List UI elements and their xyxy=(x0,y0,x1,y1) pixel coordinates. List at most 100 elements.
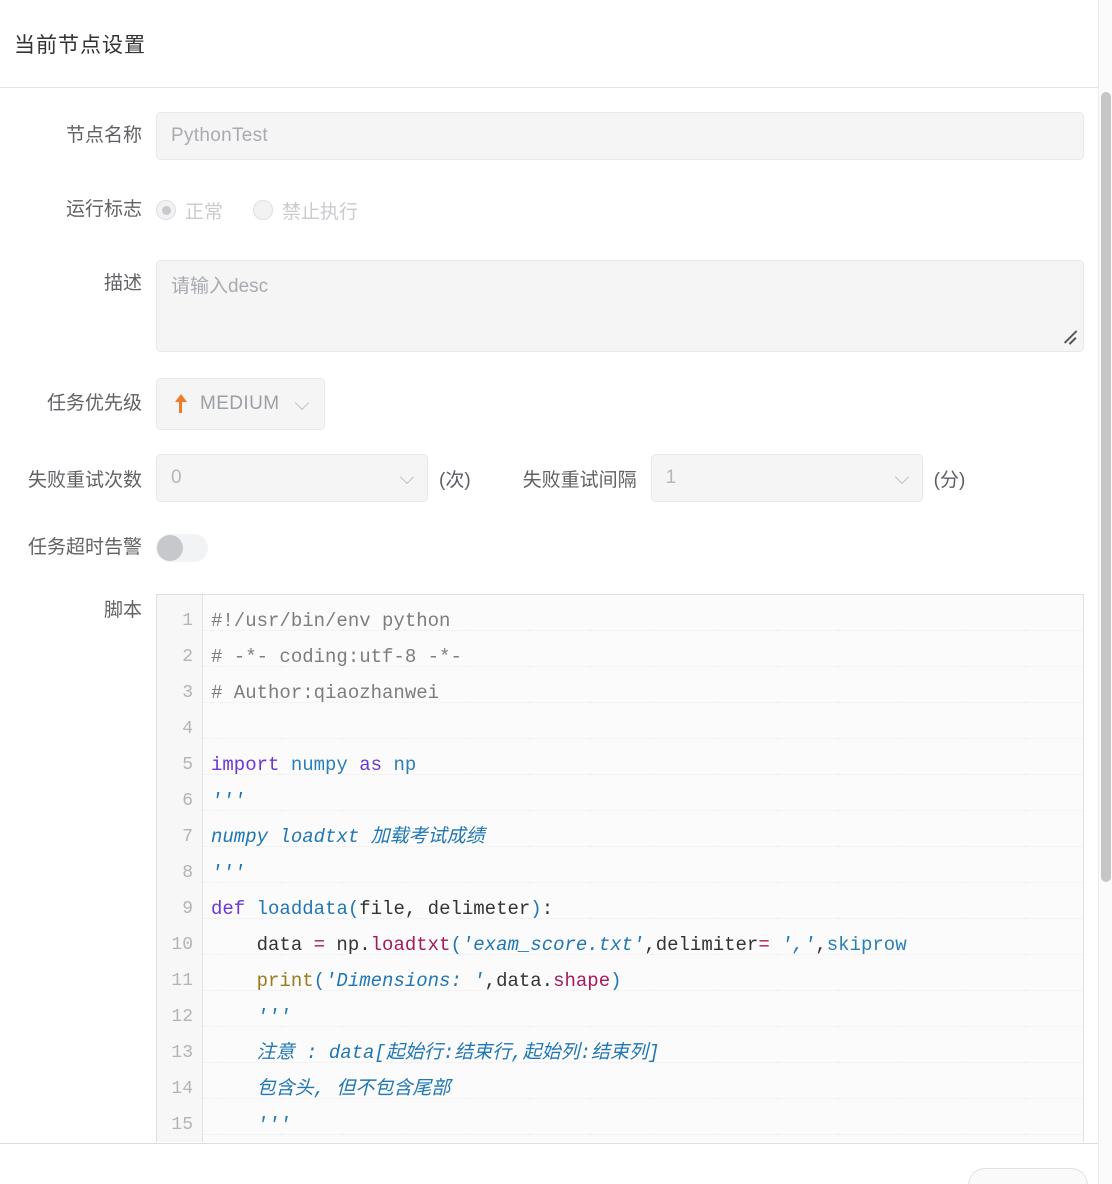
editor-code-line: ''' xyxy=(211,999,1083,1035)
editor-line-number: 2 xyxy=(182,647,193,667)
node-settings-page: 当前节点设置 节点名称 PythonTest 运行标志 正常 禁止执行 描述 请… xyxy=(0,0,1112,1184)
code-token: # -*- coding:utf-8 -*- xyxy=(211,646,462,668)
editor-code-line: ''' xyxy=(211,783,1083,819)
code-token: print xyxy=(256,970,314,992)
code-token: = xyxy=(313,934,326,956)
code-token: ) xyxy=(610,970,622,992)
node-settings-form: 节点名称 PythonTest 运行标志 正常 禁止执行 描述 请输入desc … xyxy=(0,88,1112,1142)
page-scrollbar-thumb[interactable] xyxy=(1101,92,1111,882)
editor-code-line: import numpy as np xyxy=(211,747,1083,783)
priority-value: MEDIUM xyxy=(200,393,280,414)
editor-line-numbers: 1 2 3 4 5 6 7 8 9 10 11 12 13 14 15 xyxy=(157,595,203,1142)
code-token: # Author:qiaozhanwei xyxy=(211,682,440,704)
script-label: 脚本 xyxy=(103,600,142,621)
code-token: numpy loadtxt 加载考试成绩 xyxy=(211,826,485,848)
node-name-input[interactable]: PythonTest xyxy=(156,112,1084,160)
editor-code-line: 注意 : data[起始行:结束行,起始列:结束列] xyxy=(211,1035,1083,1071)
editor-code-area[interactable]: #!/usr/bin/env python # -*- coding:utf-8 … xyxy=(203,595,1083,1142)
code-token: data xyxy=(211,934,314,956)
code-token: 'exam_score.txt' xyxy=(461,934,645,956)
radio-unselected-icon xyxy=(253,200,274,220)
code-token: = xyxy=(758,934,770,956)
editor-line-number: 7 xyxy=(182,827,193,847)
code-token: shape xyxy=(553,970,611,992)
field-row-timeout-alarm: 任务超时告警 xyxy=(0,528,1112,568)
editor-code-line: 包含头, 但不包含尾部 xyxy=(211,1071,1083,1107)
retry-interval-select[interactable]: 1 xyxy=(650,454,923,502)
run-flag-option-normal-label: 正常 xyxy=(185,201,224,223)
editor-line-number: 11 xyxy=(171,971,193,991)
code-token: 'Dimensions: ' xyxy=(325,970,485,992)
retry-interval-label: 失败重试间隔 xyxy=(522,469,637,491)
code-token: 注意 : data[起始行:结束行,起始列:结束列] xyxy=(211,1042,660,1064)
code-token: def xyxy=(211,898,246,920)
editor-line-number: 4 xyxy=(182,719,193,739)
page-scrollbar[interactable] xyxy=(1098,0,1112,1184)
run-flag-option-normal[interactable]: 正常 xyxy=(156,197,223,224)
editor-line-number: 6 xyxy=(182,791,193,811)
script-code-editor[interactable]: 1 2 3 4 5 6 7 8 9 10 11 12 13 14 15 #!/usr/bin/env pyt… xyxy=(156,594,1084,1142)
code-token: ( xyxy=(313,970,326,992)
editor-line-number: 9 xyxy=(182,899,193,919)
field-row-node-name: 节点名称 PythonTest xyxy=(0,112,1112,160)
arrow-up-icon xyxy=(173,394,189,414)
field-row-run-flag: 运行标志 正常 禁止执行 xyxy=(0,186,1112,234)
editor-code-line: numpy loadtxt 加载考试成绩 xyxy=(211,819,1083,855)
editor-line-number: 12 xyxy=(171,1007,193,1027)
priority-select[interactable]: MEDIUM xyxy=(156,378,326,430)
code-token: ''' xyxy=(211,1114,291,1136)
footer-action-button[interactable] xyxy=(968,1168,1088,1184)
chevron-down-icon xyxy=(401,471,415,485)
retry-interval-value: 1 xyxy=(665,467,677,488)
editor-code-line: # -*- coding:utf-8 -*- xyxy=(211,639,1083,675)
retry-times-select[interactable]: 0 xyxy=(156,454,428,502)
code-token: , xyxy=(815,934,827,956)
editor-line-number: 1 xyxy=(182,611,193,631)
editor-line-number: 14 xyxy=(171,1079,193,1099)
code-token: ''' xyxy=(211,862,246,884)
code-token: numpy xyxy=(290,754,348,776)
description-textarea[interactable]: 请输入desc xyxy=(156,260,1084,352)
code-token: as xyxy=(359,754,383,776)
chevron-down-icon xyxy=(896,471,910,485)
editor-code-line: def loaddata(file, delimeter): xyxy=(211,891,1083,927)
code-token: ) xyxy=(530,898,542,920)
code-token: : xyxy=(541,898,554,920)
editor-code-line: ''' xyxy=(211,1107,1083,1142)
code-token: loaddata xyxy=(256,898,348,920)
editor-line-number: 15 xyxy=(171,1115,193,1135)
priority-label: 任务优先级 xyxy=(46,393,142,414)
radio-selected-icon xyxy=(156,200,176,220)
timeout-alarm-label: 任务超时告警 xyxy=(27,537,142,558)
field-row-description: 描述 请输入desc xyxy=(0,260,1112,352)
code-token: np. xyxy=(325,934,371,956)
run-flag-label: 运行标志 xyxy=(65,199,142,220)
editor-line-number: 13 xyxy=(171,1043,193,1063)
code-token: import xyxy=(211,754,280,776)
run-flag-option-forbidden-label: 禁止执行 xyxy=(282,201,359,223)
code-token: ''' xyxy=(211,1006,291,1028)
code-token: ',' xyxy=(781,934,816,956)
editor-code-line: #!/usr/bin/env python xyxy=(211,603,1083,639)
code-token: ( xyxy=(347,898,360,920)
retry-times-value: 0 xyxy=(171,467,182,488)
panel-footer xyxy=(0,1143,1112,1184)
code-token: ,delimiter xyxy=(644,934,759,956)
page-title: 当前节点设置 xyxy=(14,33,146,57)
code-token: 包含头, 但不包含尾部 xyxy=(211,1078,451,1100)
code-token: ( xyxy=(450,934,462,956)
timeout-alarm-toggle[interactable] xyxy=(156,534,208,562)
run-flag-option-forbidden[interactable]: 禁止执行 xyxy=(253,197,358,224)
code-token: #!/usr/bin/env python xyxy=(211,610,451,632)
code-token: loadtxt xyxy=(370,934,451,956)
panel-header: 当前节点设置 xyxy=(0,0,1112,88)
editor-code-line: data = np.loadtxt('exam_score.txt',delim… xyxy=(211,927,1083,963)
retry-times-unit: (次) xyxy=(439,469,471,491)
editor-line-number: 8 xyxy=(182,863,193,883)
node-name-label: 节点名称 xyxy=(65,125,142,146)
field-row-script: 脚本 1 2 3 4 5 6 7 8 9 10 11 12 13 14 15 #!/usr/bin/env … xyxy=(0,594,1112,1142)
